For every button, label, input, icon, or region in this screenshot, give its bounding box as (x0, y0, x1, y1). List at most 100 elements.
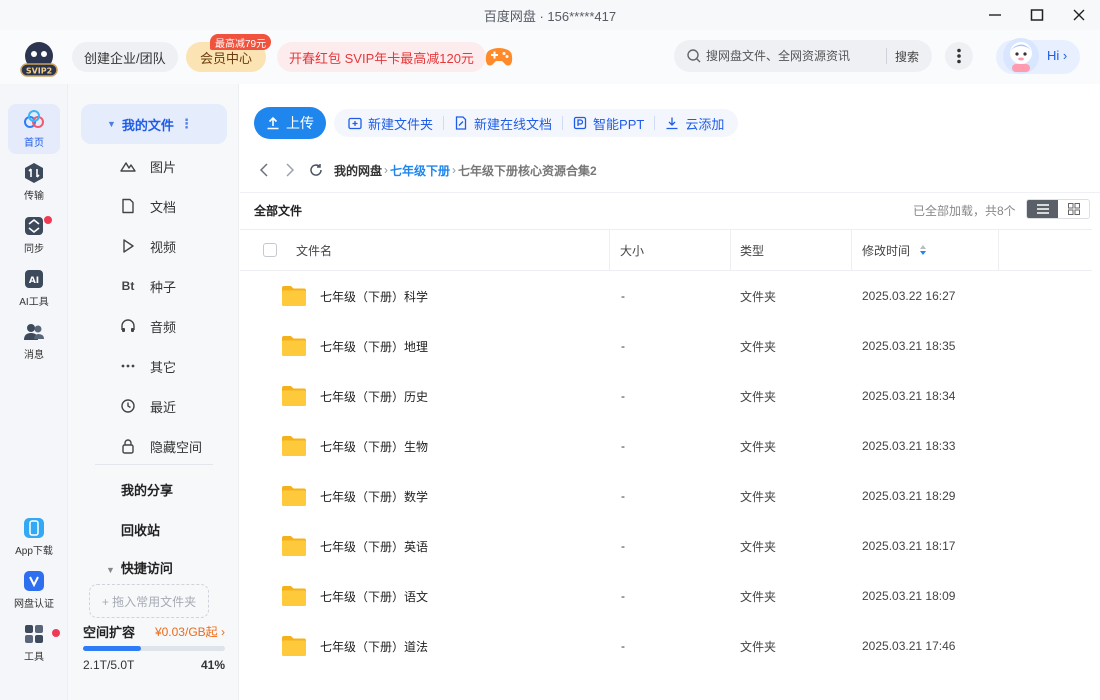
sidebar-item-audio[interactable]: 音频 (120, 314, 176, 338)
file-size: - (621, 439, 625, 453)
cloud-add-button[interactable]: 云添加 (661, 114, 728, 133)
new-folder-button[interactable]: 新建文件夹 (344, 114, 437, 133)
rail-item-ai-tools[interactable]: AI AI工具 (8, 263, 60, 313)
table-row[interactable]: 七年级（下册）语文 - 文件夹 2025.03.21 18:09 (240, 571, 1092, 621)
file-name[interactable]: 七年级（下册）科学 (320, 271, 428, 321)
vip-discount-badge: 最高减79元 (210, 34, 272, 50)
search-button[interactable]: 搜索 (895, 48, 919, 65)
list-view-button[interactable] (1027, 200, 1058, 218)
new-online-doc-button[interactable]: 新建在线文档 (450, 114, 556, 133)
sidebar-item-images[interactable]: 图片 (120, 154, 176, 178)
more-menu-button[interactable] (945, 42, 973, 70)
select-all-checkbox[interactable] (263, 243, 277, 257)
logo-text: SVIP2 (26, 67, 52, 76)
forward-arrow-icon[interactable] (282, 162, 298, 178)
rail-label-sync: 同步 (24, 244, 44, 255)
sidebar-item-other[interactable]: 其它 (120, 354, 176, 378)
table-row[interactable]: 七年级（下册）地理 - 文件夹 2025.03.21 18:35 (240, 321, 1092, 371)
search-box: 搜索 (674, 40, 932, 72)
upload-button[interactable]: 上传 (254, 107, 326, 139)
sidebar-item-label: 种子 (150, 279, 177, 295)
transfer-icon (25, 163, 43, 183)
rail-item-sync[interactable]: 同步 (8, 210, 60, 260)
column-header-name[interactable]: 文件名 (296, 230, 332, 270)
sidebar-item-quick-access[interactable]: ▼ 快捷访问 (106, 558, 173, 577)
file-modified-time: 2025.03.21 18:34 (862, 389, 956, 403)
my-files-more-icon[interactable]: ⋮ (180, 116, 193, 132)
breadcrumb-root[interactable]: 我的网盘 (334, 162, 382, 179)
breadcrumb: 我的网盘 › 七年级下册 › 七年级下册核心资源合集2 (256, 160, 597, 180)
table-row[interactable]: 七年级（下册）历史 - 文件夹 2025.03.21 18:34 (240, 371, 1092, 421)
sidebar-item-my-files[interactable]: ▼ 我的文件 ⋮ (81, 104, 227, 144)
breadcrumb-middle[interactable]: 七年级下册 (390, 162, 450, 179)
promo-banner-button[interactable]: 开春红包 SVIP年卡最高减120元 (277, 42, 486, 72)
sidebar-item-label: 其它 (150, 359, 177, 375)
file-type: 文件夹 (740, 489, 777, 504)
close-button[interactable] (1058, 0, 1100, 30)
rail-item-home[interactable]: 首页 (8, 104, 60, 154)
file-name[interactable]: 七年级（下册）道法 (320, 621, 428, 671)
sidebar-item-torrents[interactable]: Bt 种子 (120, 274, 176, 298)
minimize-button[interactable] (974, 0, 1016, 30)
table-header: 文件名 大小 类型 修改时间 (240, 229, 1092, 271)
table-row[interactable]: 七年级（下册）英语 - 文件夹 2025.03.21 18:17 (240, 521, 1092, 571)
file-name[interactable]: 七年级（下册）历史 (320, 371, 428, 421)
sync-icon (25, 217, 43, 235)
column-divider[interactable] (851, 230, 852, 270)
search-input[interactable] (706, 49, 886, 63)
svip-logo[interactable]: SVIP2 (18, 38, 60, 80)
maximize-button[interactable] (1016, 0, 1058, 30)
back-arrow-icon[interactable] (256, 162, 272, 178)
caret-down-icon: ▼ (106, 565, 115, 575)
file-name[interactable]: 七年级（下册）生物 (320, 421, 428, 471)
game-controller-icon[interactable] (484, 44, 514, 70)
refresh-icon[interactable] (308, 162, 324, 178)
sidebar-item-hidden-space[interactable]: 隐藏空间 (120, 434, 202, 458)
rail-item-app-download[interactable]: App下载 (8, 512, 60, 562)
file-name[interactable]: 七年级（下册）语文 (320, 571, 428, 621)
file-name[interactable]: 七年级（下册）数学 (320, 471, 428, 521)
top-header: SVIP2 创建企业/团队 会员中心 最高减79元 开春红包 SVIP年卡最高减… (0, 30, 1100, 84)
table-row[interactable]: 七年级（下册）道法 - 文件夹 2025.03.21 17:46 (240, 621, 1092, 671)
audio-icon (120, 318, 136, 334)
sidebar-item-my-shares[interactable]: 我的分享 (121, 480, 173, 499)
grid-view-button[interactable] (1058, 200, 1089, 218)
caret-down-icon: ▼ (107, 119, 116, 129)
column-header-modified[interactable]: 修改时间 (862, 230, 927, 270)
recent-icon (120, 398, 136, 414)
avatar[interactable] (1001, 36, 1041, 76)
sidebar-item-videos[interactable]: 视频 (120, 234, 176, 258)
file-size: - (621, 639, 625, 653)
rail-item-transfer[interactable]: 传输 (8, 157, 60, 207)
sidebar-item-recycle-bin[interactable]: 回收站 (121, 520, 160, 539)
table-row[interactable]: 七年级（下册）生物 - 文件夹 2025.03.21 18:33 (240, 421, 1092, 471)
sidebar-item-documents[interactable]: 文档 (120, 194, 176, 218)
file-name[interactable]: 七年级（下册）英语 (320, 521, 428, 571)
column-divider[interactable] (998, 230, 999, 270)
table-row[interactable]: 七年级（下册）数学 - 文件夹 2025.03.21 18:29 (240, 471, 1092, 521)
rail-item-tools[interactable]: 工具 (8, 618, 60, 668)
storage-used-text: 2.1T/5.0T (83, 658, 135, 672)
rail-item-messages[interactable]: 消息 (8, 316, 60, 366)
column-header-type[interactable]: 类型 (740, 230, 764, 270)
file-name[interactable]: 七年级（下册）地理 (320, 321, 428, 371)
rail-item-verify[interactable]: 网盘认证 (8, 565, 60, 615)
table-row[interactable]: 七年级（下册）科学 - 文件夹 2025.03.22 16:27 (240, 271, 1092, 321)
greeting-text[interactable]: Hi › (1047, 48, 1067, 63)
rail-label-tools: 工具 (24, 652, 44, 663)
sidebar-item-recent[interactable]: 最近 (120, 394, 176, 418)
ai-icon: AI (25, 270, 43, 288)
column-header-size[interactable]: 大小 (620, 230, 644, 270)
column-divider[interactable] (730, 230, 731, 270)
breadcrumb-separator: › (452, 163, 457, 177)
phone-icon (24, 518, 44, 538)
sidebar-item-label: 视频 (150, 239, 177, 255)
lock-icon (120, 438, 136, 454)
column-divider[interactable] (609, 230, 610, 270)
smart-ppt-button[interactable]: 智能PPT (569, 114, 648, 133)
create-team-button[interactable]: 创建企业/团队 (72, 42, 178, 72)
quick-access-drop-zone[interactable]: + 拖入常用文件夹 (89, 584, 209, 618)
space-price-link[interactable]: ¥0.03/GB起 › (155, 623, 225, 640)
rail-label-verify: 网盘认证 (14, 599, 54, 610)
space-expand-row[interactable]: 空间扩容 ¥0.03/GB起 › (83, 622, 225, 641)
